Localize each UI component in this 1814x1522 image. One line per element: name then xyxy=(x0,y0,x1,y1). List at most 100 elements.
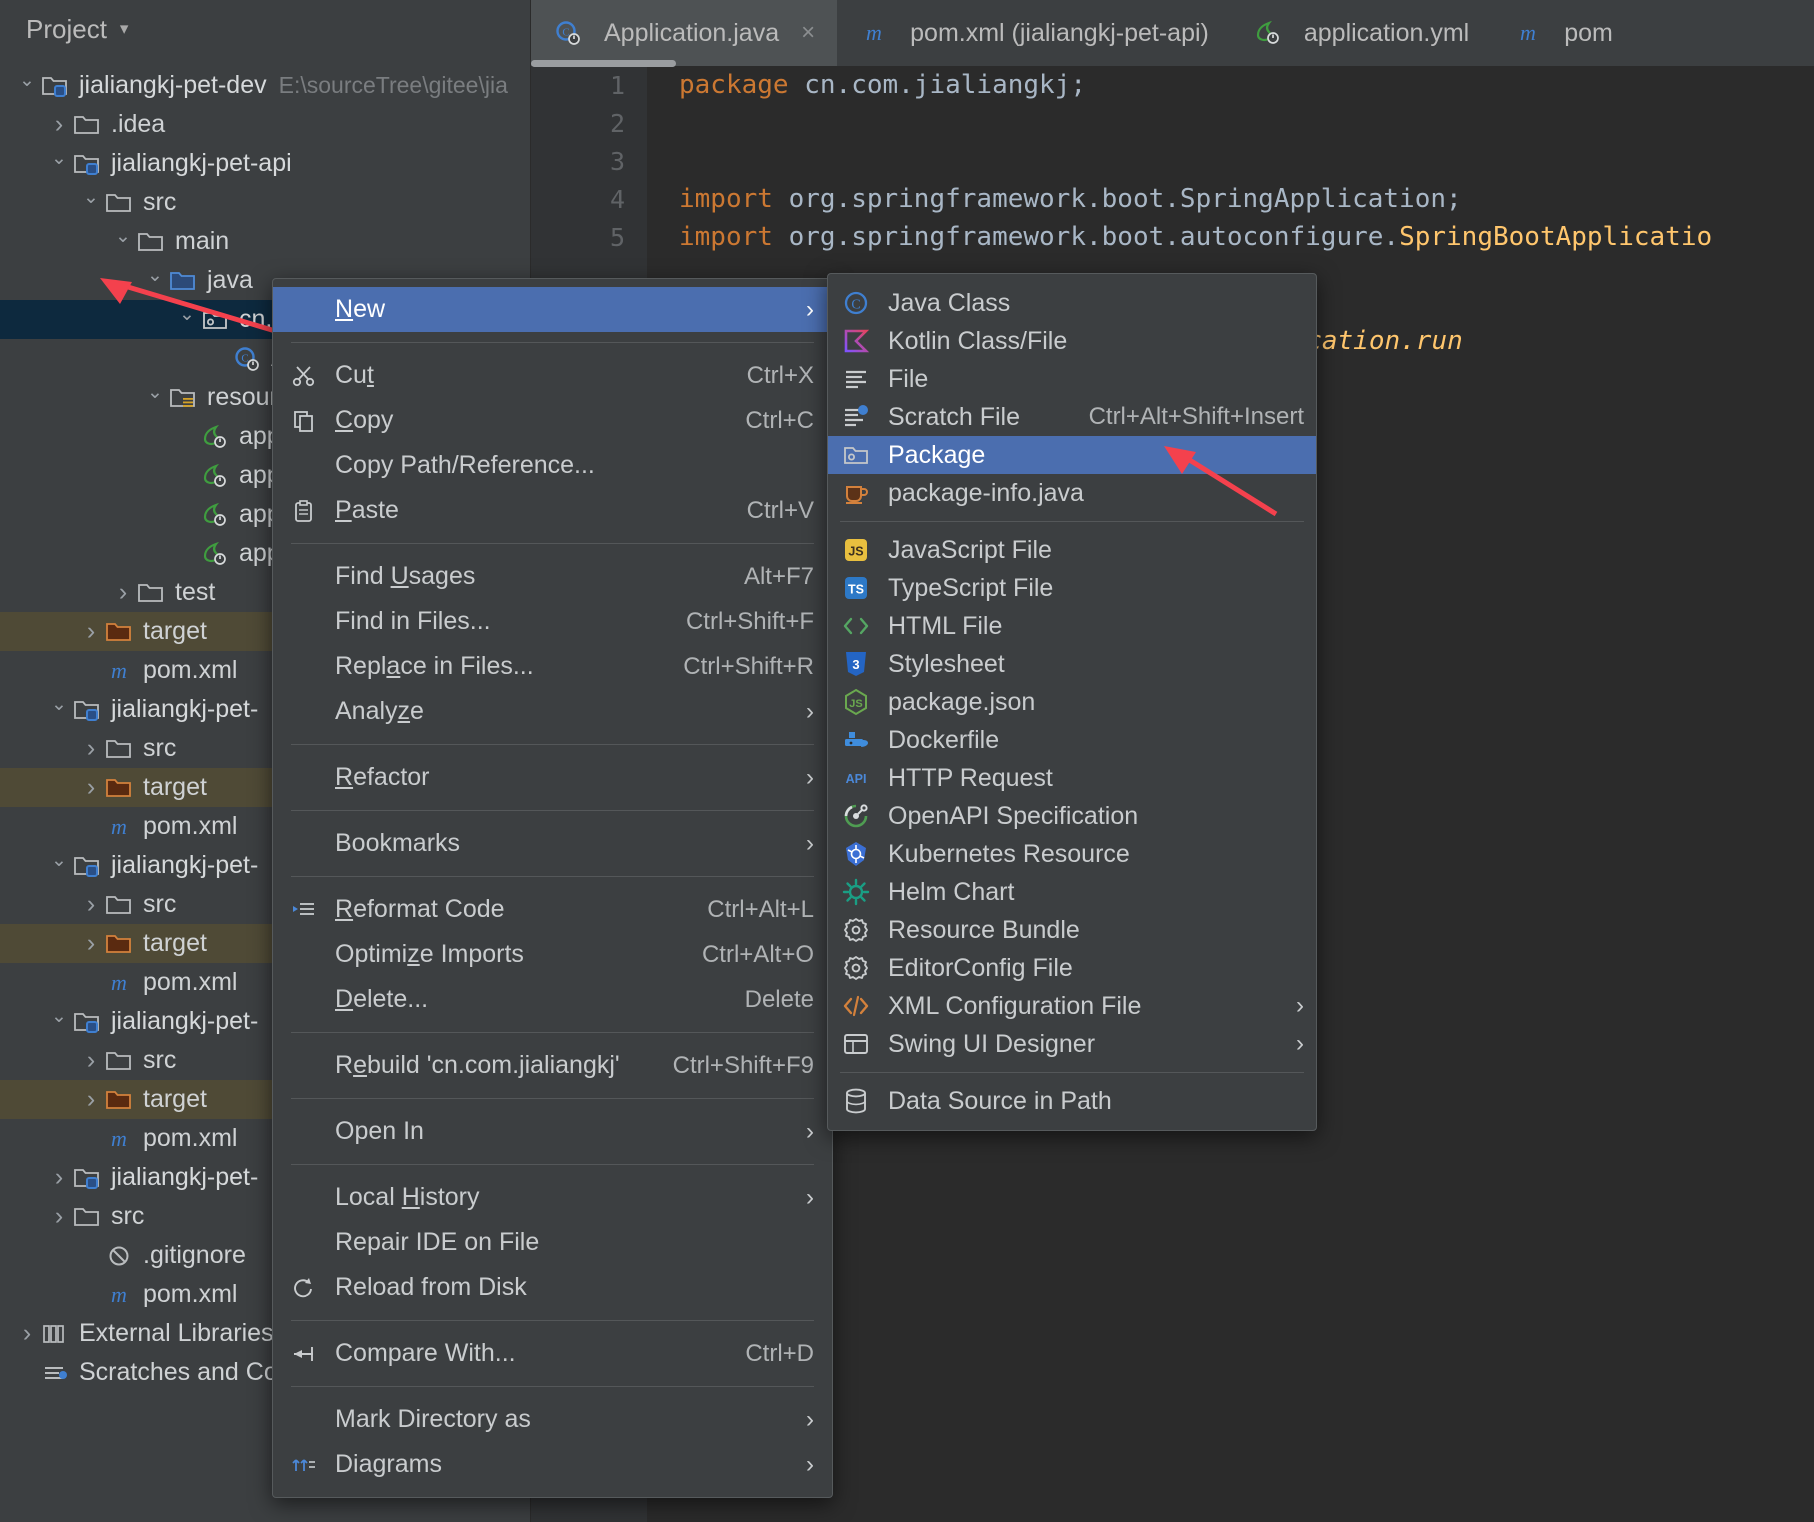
scissors-icon xyxy=(289,363,319,389)
menu-item-delete[interactable]: Delete... Delete xyxy=(273,977,832,1022)
tree-node-.idea[interactable]: .idea xyxy=(0,105,530,144)
menu-item-repair-ide-on-file[interactable]: Repair IDE on File xyxy=(273,1220,832,1265)
menu-item-html-file[interactable]: HTML File xyxy=(828,607,1316,645)
menu-item-dockerfile[interactable]: Dockerfile xyxy=(828,721,1316,759)
chevron-right-icon[interactable] xyxy=(46,1165,72,1190)
menu-item-compare-with[interactable]: Compare With... Ctrl+D xyxy=(273,1331,832,1376)
tree-node-src[interactable]: src xyxy=(0,183,530,222)
menu-item-shortcut: Ctrl+Alt+L xyxy=(707,895,814,923)
editor-tab-application.yml[interactable]: application.yml xyxy=(1231,0,1491,66)
menu-item-package[interactable]: Package xyxy=(828,436,1316,474)
spring-yaml-icon xyxy=(200,463,230,489)
menu-item-label: XML Configuration File xyxy=(888,991,1142,1020)
menu-item-diagrams[interactable]: Diagrams › xyxy=(273,1442,832,1487)
chevron-down-icon[interactable] xyxy=(110,232,136,251)
chevron-down-icon[interactable] xyxy=(14,76,40,95)
menu-item-optimize-imports[interactable]: Optimize Imports Ctrl+Alt+O xyxy=(273,932,832,977)
diagrams-icon xyxy=(289,1452,319,1478)
menu-item-data-source-in-path[interactable]: Data Source in Path xyxy=(828,1082,1316,1120)
menu-item-label: New xyxy=(335,295,386,323)
menu-item-javascript-file[interactable]: JS JavaScript File xyxy=(828,531,1316,569)
chevron-right-icon[interactable] xyxy=(78,892,104,917)
menu-item-file[interactable]: File xyxy=(828,360,1316,398)
menu-item-find-usages[interactable]: Find Usages Alt+F7 xyxy=(273,554,832,599)
project-panel-header[interactable]: Project ▾ xyxy=(0,0,530,58)
menu-item-label: Kubernetes Resource xyxy=(888,839,1130,868)
chevron-down-icon[interactable] xyxy=(46,700,72,719)
tree-node-label: pom.xml xyxy=(143,1124,238,1152)
menu-item-editorconfig-file[interactable]: EditorConfig File xyxy=(828,949,1316,987)
menu-item-open-in[interactable]: Open In › xyxy=(273,1109,832,1154)
menu-item-http-request[interactable]: API HTTP Request xyxy=(828,759,1316,797)
menu-item-analyze[interactable]: Analyze › xyxy=(273,689,832,734)
tree-node-jialiangkj-pet-api[interactable]: jialiangkj-pet-api xyxy=(0,144,530,183)
context-menu[interactable]: New › Cut Ctrl+X Copy Ctrl+C Copy Path/Refer… xyxy=(272,278,833,1498)
chevron-right-icon: › xyxy=(806,763,814,791)
chevron-down-icon[interactable] xyxy=(142,388,168,407)
chevron-down-icon[interactable] xyxy=(78,193,104,212)
chevron-down-icon[interactable] xyxy=(46,154,72,173)
menu-item-copy-path-reference[interactable]: Copy Path/Reference... xyxy=(273,443,832,488)
reload-icon xyxy=(289,1275,319,1301)
tree-node-label: src xyxy=(111,1202,145,1230)
menu-item-rebuild--cn-com-jialiangkj[interactable]: Rebuild 'cn.com.jialiangkj' Ctrl+Shift+F9 xyxy=(273,1043,832,1088)
tree-node-jialiangkj-pet-dev[interactable]: jialiangkj-pet-dev E:\sourceTree\gitee\ji… xyxy=(0,66,530,105)
menu-item-resource-bundle[interactable]: Resource Bundle xyxy=(828,911,1316,949)
menu-item-openapi-specification[interactable]: OpenAPI Specification xyxy=(828,797,1316,835)
menu-item-refactor[interactable]: Refactor › xyxy=(273,755,832,800)
chevron-down-icon[interactable] xyxy=(142,271,168,290)
menu-item-label: Helm Chart xyxy=(888,877,1015,906)
menu-item-label: Copy Path/Reference... xyxy=(335,451,595,479)
menu-item-cut[interactable]: Cut Ctrl+X xyxy=(273,353,832,398)
menu-item-mark-directory-as[interactable]: Mark Directory as › xyxy=(273,1397,832,1442)
menu-item-typescript-file[interactable]: TS TypeScript File xyxy=(828,569,1316,607)
close-icon[interactable]: × xyxy=(801,19,815,47)
menu-item-java-class[interactable]: C Java Class xyxy=(828,284,1316,322)
line-number: 5 xyxy=(609,222,625,252)
chevron-right-icon[interactable] xyxy=(78,619,104,644)
menu-item-swing-ui-designer[interactable]: Swing UI Designer › xyxy=(828,1025,1316,1063)
chevron-right-icon[interactable] xyxy=(78,736,104,761)
menu-item-copy[interactable]: Copy Ctrl+C xyxy=(273,398,832,443)
chevron-right-icon: › xyxy=(806,1450,814,1478)
tree-node-main[interactable]: main xyxy=(0,222,530,261)
menu-item-reformat-code[interactable]: Reformat Code Ctrl+Alt+L xyxy=(273,887,832,932)
chevron-right-icon[interactable] xyxy=(78,775,104,800)
maven-icon: m xyxy=(859,20,889,46)
menu-item-paste[interactable]: Paste Ctrl+V xyxy=(273,488,832,533)
chevron-right-icon[interactable] xyxy=(46,112,72,137)
menu-item-package-info-java[interactable]: package-info.java xyxy=(828,474,1316,512)
menu-item-xml-configuration-file[interactable]: XML Configuration File › xyxy=(828,987,1316,1025)
chevron-down-icon[interactable] xyxy=(46,856,72,875)
chevron-right-icon[interactable] xyxy=(14,1321,40,1346)
menu-item-kotlin-class-file[interactable]: Kotlin Class/File xyxy=(828,322,1316,360)
chevron-right-icon[interactable] xyxy=(78,1087,104,1112)
menu-item-reload-from-disk[interactable]: Reload from Disk xyxy=(273,1265,832,1310)
chevron-down-icon[interactable] xyxy=(174,310,200,329)
menu-item-helm-chart[interactable]: Helm Chart xyxy=(828,873,1316,911)
tree-node-label: jialiangkj-pet-dev xyxy=(79,71,267,99)
editor-tab-pom[interactable]: m pom xyxy=(1491,0,1635,66)
menu-item-package-json[interactable]: JS package.json xyxy=(828,683,1316,721)
menu-item-local-history[interactable]: Local History › xyxy=(273,1175,832,1220)
chevron-right-icon[interactable] xyxy=(46,1204,72,1229)
chevron-down-icon[interactable] xyxy=(46,1012,72,1031)
editor-tab-application.java[interactable]: C Application.java × xyxy=(531,0,838,66)
menu-separator xyxy=(840,521,1304,522)
chevron-down-icon[interactable]: ▾ xyxy=(120,19,129,39)
code-text: package cn.com.jialiangkj; xyxy=(647,70,1086,100)
menu-item-find-in-files[interactable]: Find in Files... Ctrl+Shift+F xyxy=(273,599,832,644)
chevron-right-icon[interactable] xyxy=(78,931,104,956)
menu-item-kubernetes-resource[interactable]: Kubernetes Resource xyxy=(828,835,1316,873)
editor-tab-pom.xml[interactable]: m pom.xml (jialiangkj-pet-api) xyxy=(837,0,1231,66)
menu-item-replace-in-files[interactable]: Replace in Files... Ctrl+Shift+R xyxy=(273,644,832,689)
menu-item-scratch-file[interactable]: Scratch File Ctrl+Alt+Shift+Insert xyxy=(828,398,1316,436)
menu-item-stylesheet[interactable]: 3 Stylesheet xyxy=(828,645,1316,683)
new-submenu[interactable]: C Java Class Kotlin Class/File File Scrat… xyxy=(827,273,1317,1131)
menu-item-bookmarks[interactable]: Bookmarks › xyxy=(273,821,832,866)
menu-item-label: Dockerfile xyxy=(888,725,1000,754)
chevron-right-icon[interactable] xyxy=(78,1048,104,1073)
menu-item-new[interactable]: New › xyxy=(273,287,832,332)
chevron-right-icon[interactable] xyxy=(110,580,136,605)
editor-horizontal-scrollbar[interactable] xyxy=(531,60,676,67)
